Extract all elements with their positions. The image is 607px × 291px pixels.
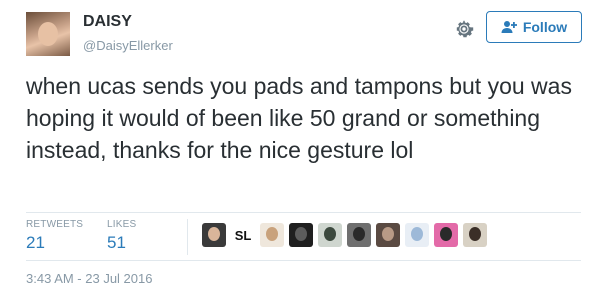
display-name[interactable]: DAISY (83, 13, 132, 31)
likes-label: LIKES (107, 219, 137, 230)
follow-button[interactable]: Follow (486, 11, 582, 43)
likers-avatars: SL (202, 223, 487, 247)
liker-avatar[interactable] (434, 223, 458, 247)
liker-avatar-face (208, 227, 220, 241)
tweet-text: when ucas sends you pads and tampons but… (26, 73, 572, 163)
liker-avatar[interactable] (260, 223, 284, 247)
liker-avatar-face (266, 227, 278, 241)
liker-avatar-face (411, 227, 423, 241)
gear-icon[interactable] (454, 19, 474, 39)
liker-avatar[interactable] (289, 223, 313, 247)
liker-avatar[interactable] (376, 223, 400, 247)
liker-avatar[interactable] (202, 223, 226, 247)
liker-avatar-face (382, 227, 394, 241)
liker-avatar[interactable] (405, 223, 429, 247)
avatar-face (38, 22, 58, 46)
likes-count[interactable]: 51 (107, 233, 126, 253)
liker-avatar-face (353, 227, 365, 241)
liker-avatar-face (324, 227, 336, 241)
stats-bottom-divider (26, 260, 581, 261)
tweet-timestamp[interactable]: 3:43 AM - 23 Jul 2016 (26, 271, 152, 286)
stats-top-divider (26, 212, 581, 213)
liker-avatar-face (295, 227, 307, 241)
liker-avatar[interactable] (463, 223, 487, 247)
liker-avatar-face (440, 227, 452, 241)
avatar[interactable] (26, 12, 70, 56)
liker-avatar[interactable] (347, 223, 371, 247)
retweets-label: RETWEETS (26, 219, 84, 230)
liker-avatar[interactable]: SL (231, 223, 255, 247)
liker-avatar[interactable] (318, 223, 342, 247)
user-handle[interactable]: @DaisyEllerker (83, 38, 173, 53)
retweets-count[interactable]: 21 (26, 233, 45, 253)
stats-separator (187, 219, 188, 255)
liker-avatar-face (469, 227, 481, 241)
follow-button-label: Follow (522, 19, 568, 35)
follow-user-plus-icon (501, 20, 517, 34)
